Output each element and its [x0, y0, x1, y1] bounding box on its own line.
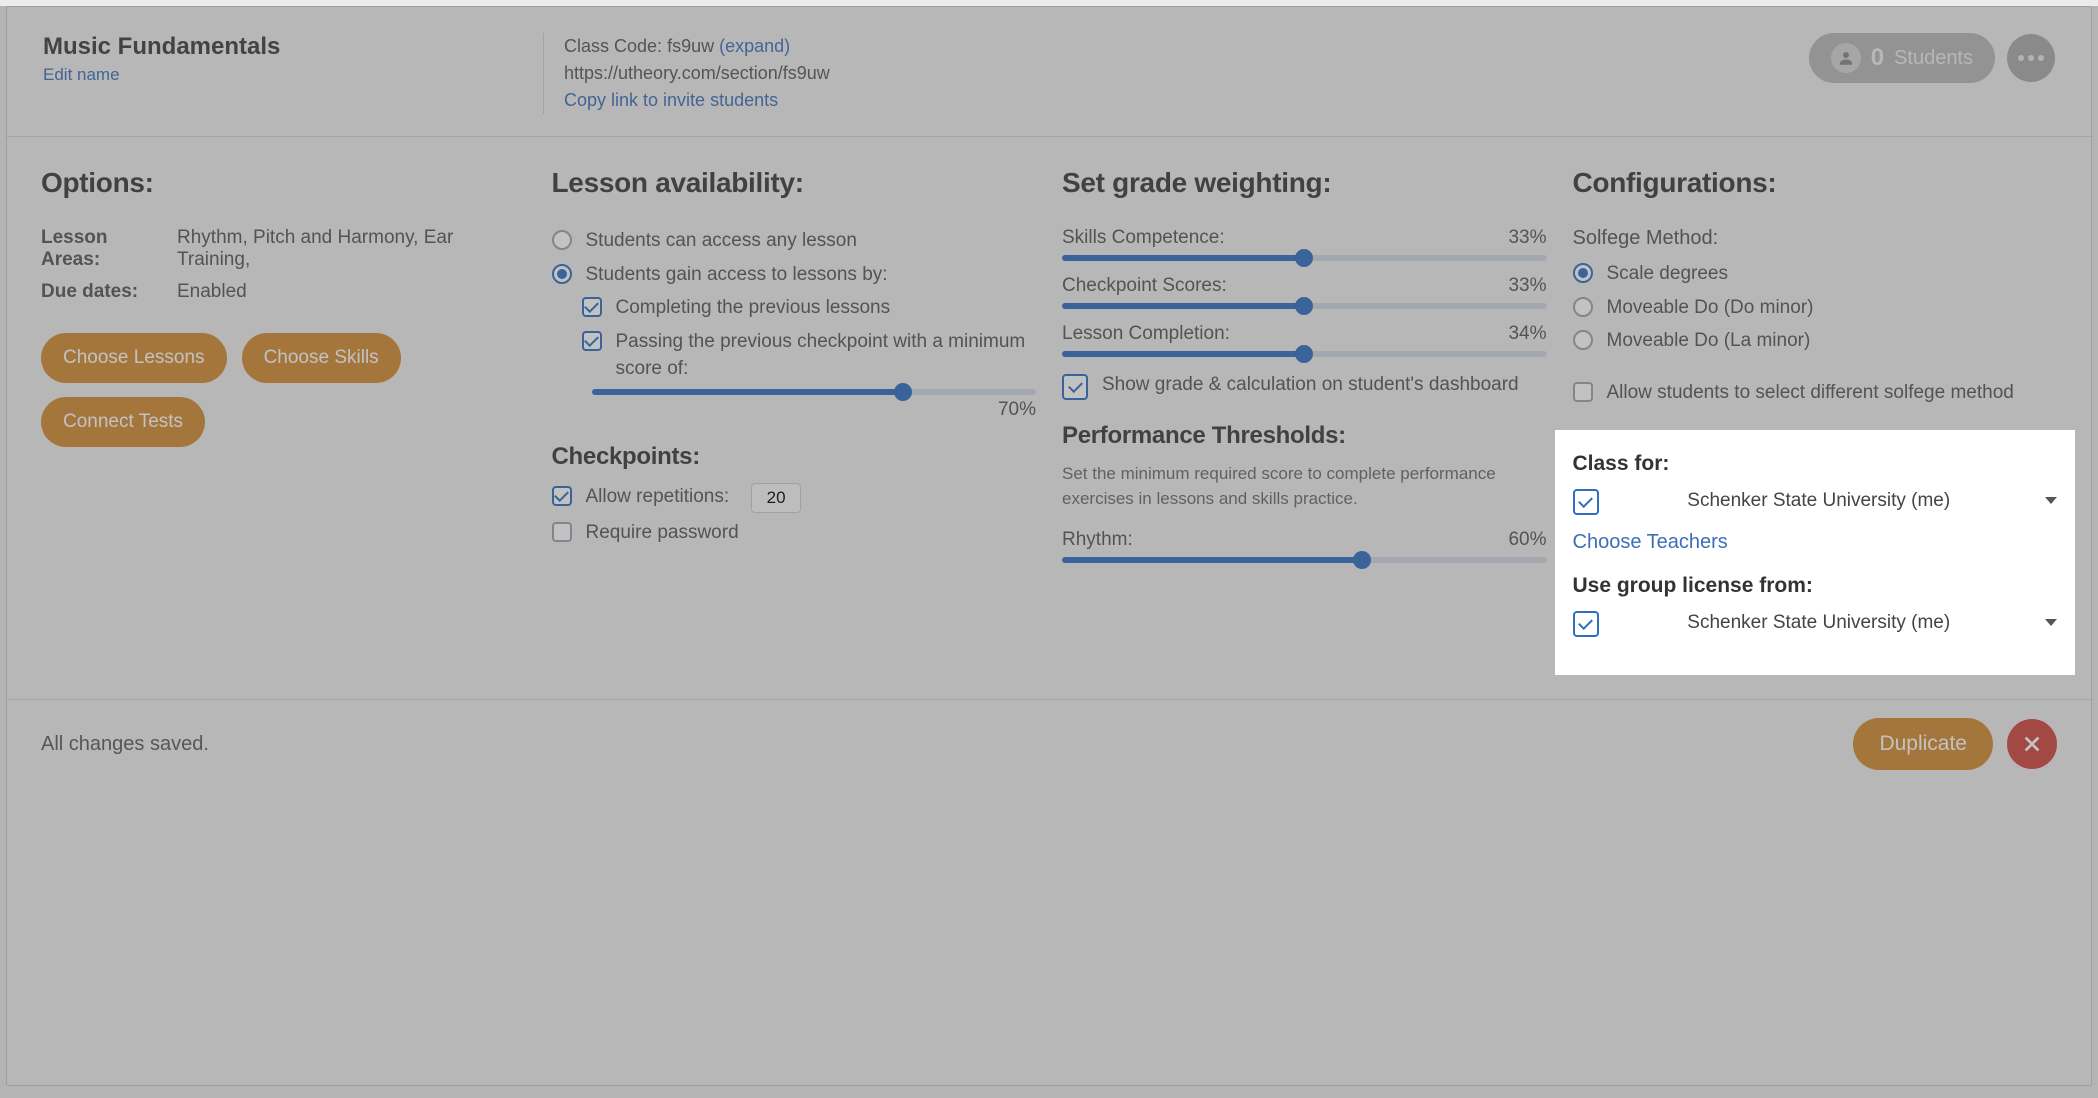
checkpoint-scores-label: Checkpoint Scores: [1062, 275, 1227, 297]
person-icon [1831, 43, 1861, 73]
radio-moveable-do-do[interactable] [1573, 297, 1593, 317]
save-status: All changes saved. [41, 733, 209, 756]
lesson-areas-value: Rhythm, Pitch and Harmony, Ear Training, [177, 227, 526, 271]
license-value: Schenker State University (me) [1613, 612, 2026, 634]
radio-gated-access[interactable] [552, 264, 572, 284]
students-count-pill[interactable]: 0 Students [1809, 33, 1995, 83]
options-column: Options: Lesson Areas: Rhythm, Pitch and… [41, 167, 526, 675]
check-require-password[interactable] [552, 522, 572, 542]
class-for-label: Class for: [1573, 452, 2058, 476]
close-button[interactable] [2007, 719, 2057, 769]
more-menu-button[interactable] [2007, 34, 2055, 82]
radio-moveable-do-do-label: Moveable Do (Do minor) [1607, 294, 1814, 322]
allow-repetitions-label: Allow repetitions: [586, 483, 730, 511]
configurations-heading: Configurations: [1573, 167, 2058, 199]
radio-any-lesson[interactable] [552, 230, 572, 250]
availability-column: Lesson availability: Students can access… [552, 167, 1037, 675]
license-dropdown[interactable]: Schenker State University (me) [1573, 608, 2058, 637]
check-prev-lessons-label: Completing the previous lessons [616, 294, 891, 322]
check-allow-student-solfege[interactable] [1573, 382, 1593, 402]
class-code-value: fs9uw [667, 36, 714, 56]
class-assignment-panel: Class for: Schenker State University (me… [1555, 430, 2076, 675]
skills-slider[interactable] [1062, 255, 1547, 261]
lesson-completion-slider[interactable] [1062, 351, 1547, 357]
show-dashboard-label: Show grade & calculation on student's da… [1102, 371, 1519, 399]
check-class-for[interactable] [1573, 489, 1599, 515]
min-score-slider[interactable] [592, 389, 1037, 395]
choose-skills-button[interactable]: Choose Skills [242, 333, 401, 383]
check-show-dashboard[interactable] [1062, 374, 1088, 400]
class-for-value: Schenker State University (me) [1613, 490, 2026, 512]
due-dates-value: Enabled [177, 281, 526, 303]
duplicate-button[interactable]: Duplicate [1853, 718, 1993, 770]
lesson-completion-label: Lesson Completion: [1062, 323, 1230, 345]
expand-code-link[interactable]: (expand) [719, 36, 790, 56]
class-title: Music Fundamentals [43, 33, 503, 61]
require-password-label: Require password [586, 519, 739, 547]
min-score-value: 70% [592, 399, 1037, 421]
rhythm-label: Rhythm: [1062, 529, 1133, 551]
radio-any-lesson-label: Students can access any lesson [586, 227, 857, 255]
class-code-label: Class Code: [564, 36, 662, 56]
skills-label: Skills Competence: [1062, 227, 1225, 249]
connect-tests-button[interactable]: Connect Tests [41, 397, 205, 447]
options-heading: Options: [41, 167, 526, 199]
checkpoints-heading: Checkpoints: [552, 443, 1037, 471]
repetitions-input[interactable] [751, 483, 801, 513]
lesson-completion-pct: 34% [1508, 323, 1546, 345]
copy-invite-link[interactable]: Copy link to invite students [564, 90, 778, 110]
check-prev-checkpoint-label: Passing the previous checkpoint with a m… [616, 328, 1037, 383]
thresholds-heading: Performance Thresholds: [1062, 422, 1547, 450]
weighting-heading: Set grade weighting: [1062, 167, 1547, 199]
check-allow-repetitions[interactable] [552, 486, 572, 506]
checkpoint-scores-slider[interactable] [1062, 303, 1547, 309]
radio-moveable-do-la-label: Moveable Do (La minor) [1607, 327, 1811, 355]
solfege-method-label: Solfege Method: [1573, 227, 2058, 250]
footer-bar: All changes saved. Duplicate [7, 700, 2091, 792]
due-dates-label: Due dates: [41, 281, 161, 303]
radio-gated-access-label: Students gain access to lessons by: [586, 261, 888, 289]
check-license[interactable] [1573, 611, 1599, 637]
students-label: Students [1894, 47, 1973, 70]
checkpoint-scores-pct: 33% [1508, 275, 1546, 297]
choose-lessons-button[interactable]: Choose Lessons [41, 333, 227, 383]
weighting-column: Set grade weighting: Skills Competence: … [1062, 167, 1547, 675]
radio-scale-degrees[interactable] [1573, 263, 1593, 283]
class-url: https://utheory.com/section/fs9uw [564, 60, 830, 87]
students-count: 0 [1871, 44, 1884, 72]
rhythm-slider[interactable] [1062, 557, 1547, 563]
skills-pct: 33% [1508, 227, 1546, 249]
allow-student-solfege-label: Allow students to select different solfe… [1607, 379, 2014, 407]
lesson-areas-label: Lesson Areas: [41, 227, 161, 271]
check-prev-lessons[interactable] [582, 297, 602, 317]
edit-name-link[interactable]: Edit name [43, 65, 120, 85]
rhythm-pct: 60% [1508, 529, 1546, 551]
class-code-block: Class Code: fs9uw (expand) https://utheo… [543, 33, 830, 114]
configurations-column: Configurations: Solfege Method: Scale de… [1573, 167, 2058, 675]
radio-moveable-do-la[interactable] [1573, 330, 1593, 350]
thresholds-desc: Set the minimum required score to comple… [1062, 462, 1547, 511]
caret-down-icon [2045, 619, 2057, 626]
check-prev-checkpoint[interactable] [582, 331, 602, 351]
radio-scale-degrees-label: Scale degrees [1607, 260, 1728, 288]
class-header: Music Fundamentals Edit name Class Code:… [7, 7, 2091, 137]
caret-down-icon [2045, 497, 2057, 504]
license-label: Use group license from: [1573, 574, 2058, 598]
class-for-dropdown[interactable]: Schenker State University (me) [1573, 486, 2058, 515]
availability-heading: Lesson availability: [552, 167, 1037, 199]
choose-teachers-link[interactable]: Choose Teachers [1573, 531, 1728, 553]
